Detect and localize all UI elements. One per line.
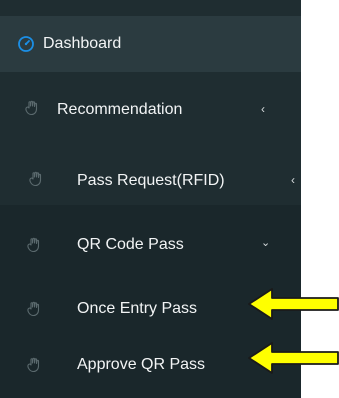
hand-icon [23, 99, 41, 117]
sidebar-item-label: QR Code Pass [77, 236, 184, 253]
chevron-down-icon: ⌄ [261, 237, 271, 249]
sidebar-item-label: Recommendation [57, 101, 183, 118]
hand-icon [27, 170, 45, 188]
hand-icon [25, 300, 43, 318]
chevron-left-icon: ‹ [261, 102, 265, 116]
sidebar-item-pass-request-rfid[interactable]: Pass Request(RFID) ‹ [0, 150, 301, 208]
annotation-arrow-icon [248, 288, 339, 320]
sidebar-item-qr-code-pass[interactable]: QR Code Pass ⌄ [0, 216, 301, 274]
sidebar-item-label: Once Entry Pass [77, 300, 198, 317]
hand-icon [25, 236, 43, 254]
sidebar-item-label: Pass Request(RFID) [77, 172, 225, 189]
hand-icon [25, 356, 43, 374]
sidebar-item-dashboard[interactable]: Dashboard [0, 16, 301, 72]
sidebar-nav: Dashboard Recommendation ‹ Pass Request(… [0, 0, 301, 398]
sidebar-item-recommendation[interactable]: Recommendation ‹ [0, 80, 301, 138]
chevron-left-icon: ‹ [291, 173, 295, 187]
dashboard-gauge-icon [17, 35, 35, 53]
annotation-arrow-icon [248, 342, 339, 374]
sidebar-item-label: Dashboard [43, 35, 122, 52]
sidebar-item-label: Approve QR Pass [77, 356, 206, 373]
